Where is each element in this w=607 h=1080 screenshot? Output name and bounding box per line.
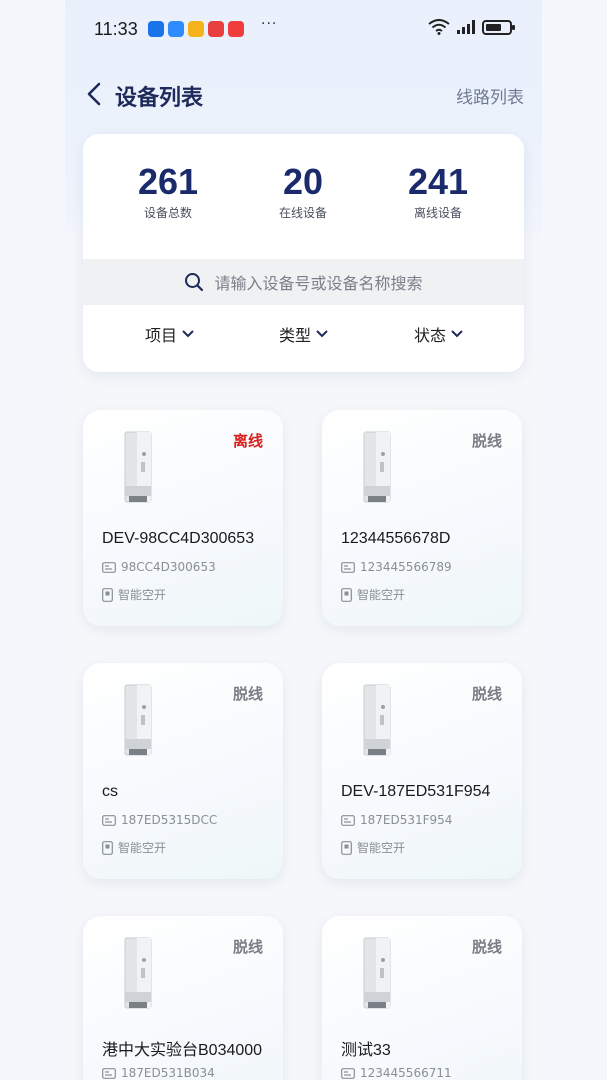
app-screen: 11:33 ··· 设备列表 线路列表 261 设备总数 20 在线设备 241… xyxy=(65,0,542,1080)
device-id: 187ED531B034 xyxy=(121,1066,215,1080)
filter-label: 状态 xyxy=(414,326,447,345)
filter-project[interactable]: 项目 xyxy=(145,322,195,346)
device-type-row: 智能空开 xyxy=(341,586,405,603)
device-id-row: 123445566711 xyxy=(341,1066,452,1080)
circuit-breaker-icon xyxy=(363,684,391,756)
device-id: 123445566711 xyxy=(360,1066,452,1080)
nav-bar: 设备列表 线路列表 xyxy=(65,70,542,118)
device-name: 测试33 xyxy=(341,1042,391,1059)
filter-status[interactable]: 状态 xyxy=(414,322,464,346)
battery-icon xyxy=(482,19,515,35)
id-card-icon xyxy=(102,1067,116,1079)
device-name: 港中大实验台B034000 xyxy=(102,1042,263,1059)
device-card[interactable]: 脱线 测试33 123445566711 xyxy=(322,916,522,1080)
id-card-icon xyxy=(102,561,116,573)
device-status: 脱线 xyxy=(471,432,502,450)
circuit-breaker-icon xyxy=(124,684,152,756)
circuit-breaker-icon xyxy=(124,431,152,503)
app-notification-icon xyxy=(208,21,224,37)
circuit-breaker-icon xyxy=(363,431,391,503)
filter-label: 项目 xyxy=(145,326,178,345)
stat-label: 在线设备 xyxy=(278,206,327,220)
device-type: 智能空开 xyxy=(357,841,406,855)
filter-type[interactable]: 类型 xyxy=(279,322,329,346)
device-id-row: 98CC4D300653 xyxy=(102,560,216,574)
device-card[interactable]: 脱线 DEV-187ED531F954 187ED531F954 智能空开 xyxy=(322,663,522,879)
device-status: 脱线 xyxy=(232,938,263,956)
stat-label: 离线设备 xyxy=(413,206,462,220)
device-status: 脱线 xyxy=(471,685,502,703)
device-id-row: 123445566789 xyxy=(341,560,452,574)
device-type: 智能空开 xyxy=(357,588,406,602)
status-bar: 11:33 ··· xyxy=(65,0,542,60)
device-id: 187ED5315DCC xyxy=(121,813,218,827)
filter-bar: 项目 类型 状态 xyxy=(83,314,524,354)
id-card-icon xyxy=(102,814,116,826)
device-id: 123445566789 xyxy=(360,560,452,574)
app-notification-icon xyxy=(228,21,244,37)
stat-value: 261 xyxy=(137,161,199,202)
signal-icon xyxy=(457,20,475,34)
status-time: 11:33 xyxy=(94,19,138,39)
wifi-icon xyxy=(428,19,450,35)
device-card[interactable]: 脱线 cs 187ED5315DCC 智能空开 xyxy=(83,663,283,879)
device-name: cs xyxy=(102,783,118,800)
summary-card: 261 设备总数 20 在线设备 241 离线设备 请输入设备号或设备名称搜索 … xyxy=(83,134,524,372)
circuit-breaker-icon xyxy=(124,937,152,1009)
device-type-row: 智能空开 xyxy=(341,839,405,856)
search-input[interactable]: 请输入设备号或设备名称搜索 xyxy=(83,259,524,305)
device-card[interactable]: 离线 DEV-98CC4D300653 98CC4D300653 智能空开 xyxy=(83,410,283,626)
device-status: 离线 xyxy=(232,432,263,450)
battery-level xyxy=(486,23,501,31)
search-icon xyxy=(185,273,204,292)
chevron-left-icon xyxy=(87,82,101,106)
device-id-row: 187ED5315DCC xyxy=(102,813,217,827)
line-list-link[interactable]: 线路列表 xyxy=(456,83,524,108)
device-name: DEV-98CC4D300653 xyxy=(102,530,255,547)
device-type: 智能空开 xyxy=(118,588,167,602)
breaker-type-icon xyxy=(341,840,352,855)
back-button[interactable] xyxy=(81,80,109,108)
stat-offline: 241 离线设备 xyxy=(378,162,498,221)
id-card-icon xyxy=(341,1067,355,1079)
device-id: 187ED531F954 xyxy=(360,813,453,827)
more-notifications-icon: ··· xyxy=(261,16,278,32)
stat-total: 261 设备总数 xyxy=(108,162,228,221)
search-placeholder: 请输入设备号或设备名称搜索 xyxy=(214,274,423,293)
device-type: 智能空开 xyxy=(118,841,167,855)
filter-label: 类型 xyxy=(279,326,312,345)
stat-value: 241 xyxy=(407,161,469,202)
device-id-row: 187ED531F954 xyxy=(341,813,452,827)
system-icons xyxy=(428,19,515,35)
device-status: 脱线 xyxy=(471,938,502,956)
app-notification-icon xyxy=(188,21,204,37)
id-card-icon xyxy=(341,814,355,826)
device-card[interactable]: 脱线 12344556678D 123445566789 智能空开 xyxy=(322,410,522,626)
chevron-down-icon xyxy=(316,330,328,338)
stat-label: 设备总数 xyxy=(143,206,192,220)
breaker-type-icon xyxy=(102,587,113,602)
page-title: 设备列表 xyxy=(115,86,204,111)
chevron-down-icon xyxy=(182,330,194,338)
notification-icons xyxy=(148,21,244,37)
device-name: 12344556678D xyxy=(341,530,451,547)
device-type-row: 智能空开 xyxy=(102,839,166,856)
app-notification-icon xyxy=(148,21,164,37)
device-card[interactable]: 脱线 港中大实验台B034000 187ED531B034 xyxy=(83,916,283,1080)
breaker-type-icon xyxy=(102,840,113,855)
app-notification-icon xyxy=(168,21,184,37)
device-type-row: 智能空开 xyxy=(102,586,166,603)
chevron-down-icon xyxy=(451,330,463,338)
stat-online: 20 在线设备 xyxy=(243,162,363,221)
device-id: 98CC4D300653 xyxy=(121,560,216,574)
stat-value: 20 xyxy=(282,161,324,202)
circuit-breaker-icon xyxy=(363,937,391,1009)
device-name: DEV-187ED531F954 xyxy=(341,783,491,800)
device-status: 脱线 xyxy=(232,685,263,703)
device-id-row: 187ED531B034 xyxy=(102,1066,215,1080)
id-card-icon xyxy=(341,561,355,573)
breaker-type-icon xyxy=(341,587,352,602)
